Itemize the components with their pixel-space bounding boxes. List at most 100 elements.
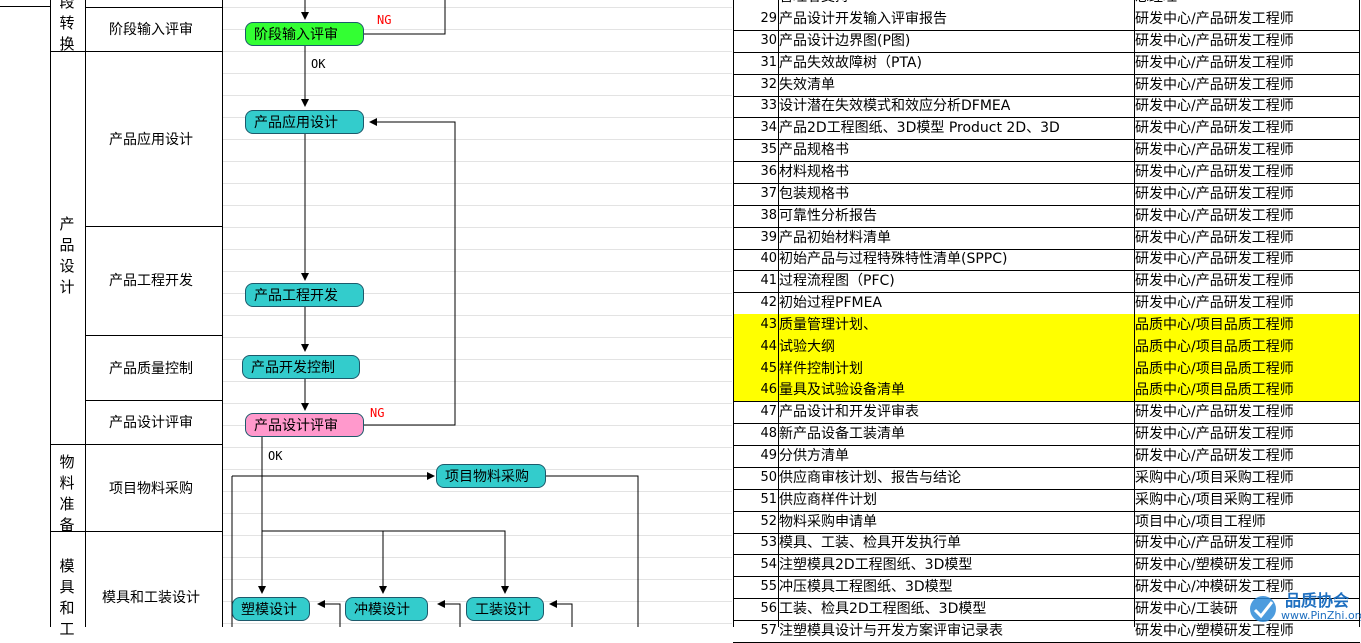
deliverable-name: 产品设计边界图(P图)	[779, 32, 911, 49]
row-number: 55	[760, 579, 777, 595]
responsible-dept: 研发中心/产品研发工程师	[1135, 163, 1294, 180]
deliverable-name: 初始过程PFMEA	[779, 295, 882, 312]
deliverable-name: 工装、检具2D工程图纸、3D模型	[779, 600, 987, 617]
row-number: 37	[760, 185, 777, 201]
table-row[interactable]: 47 产品设计和开发评审表 研发中心/产品研发工程师	[733, 401, 1360, 425]
responsible-dept: 研发中心/产品研发工程师	[1135, 98, 1294, 115]
ok-label-1: OK	[311, 57, 326, 71]
deliverable-name: 设计潜在失效模式和效应分析DFMEA	[779, 98, 1011, 115]
table-row[interactable]: 42 初始过程PFMEA 研发中心/产品研发工程师	[733, 292, 1360, 316]
row-number: 33	[760, 98, 777, 114]
table-row[interactable]: 39 产品初始材料清单 研发中心/产品研发工程师	[733, 227, 1360, 250]
table-row[interactable]: 52 物料采购申请单 项目中心/项目工程师	[733, 511, 1360, 534]
responsible-dept: 研发中心/产品研发工程师	[1135, 229, 1294, 246]
table-row[interactable]: 36 材料规格书 研发中心/产品研发工程师	[733, 161, 1360, 184]
row-number: 29	[760, 11, 777, 26]
deliverable-name: 量具及试验设备清单	[779, 382, 905, 399]
row-number: 30	[760, 32, 777, 48]
table-row[interactable]: 54 注塑模具2D工程图纸、3D模型 研发中心/塑模研发工程师	[733, 554, 1360, 578]
deliverable-name: 过程流程图（PFC)	[779, 273, 895, 290]
table-row[interactable]: 50 供应商审核计划、报告与结论 采购中心/项目采购工程师	[733, 467, 1360, 490]
responsible-dept: 研发中心/产品研发工程师	[1135, 32, 1294, 49]
table-row[interactable]: 46 量具及试验设备清单 品质中心/项目品质工程师	[733, 379, 1360, 403]
responsible-dept: 品质中心/项目品质工程师	[1135, 382, 1294, 399]
responsible-dept: 研发中心/产品研发工程师	[1135, 273, 1294, 290]
node-app-design[interactable]: 产品应用设计	[245, 110, 364, 134]
row-number: 54	[760, 557, 777, 573]
table-row[interactable]: 49 分供方清单 研发中心/产品研发工程师	[733, 445, 1360, 468]
table-row[interactable]: 33 设计潜在失效模式和效应分析DFMEA 研发中心/产品研发工程师	[733, 95, 1360, 119]
table-row-partial[interactable]: 28 管理者支持 总经理	[733, 0, 1360, 8]
table-row[interactable]: 41 过程流程图（PFC) 研发中心/产品研发工程师	[733, 270, 1360, 294]
flowchart-connectors	[231, 0, 639, 627]
table-row[interactable]: 43 质量管理计划、 品质中心/项目品质工程师	[733, 313, 1360, 337]
table-row[interactable]: 45 样件控制计划 品质中心/项目品质工程师	[733, 357, 1360, 381]
deliverable-name: 物料采购申请单	[779, 513, 877, 530]
deliverable-name: 产品设计开发输入评审报告	[779, 11, 947, 27]
table-row[interactable]: 29 产品设计开发输入评审报告 研发中心/产品研发工程师	[733, 8, 1360, 31]
spreadsheet-sheet: 段转换 产品设计 物料准备 模具和工 阶段输入评审 产品应用设计 产品工程开发 …	[0, 0, 1361, 643]
deliverable-name: 失效清单	[779, 76, 835, 93]
table-row[interactable]: 35 产品规格书 研发中心/产品研发工程师	[733, 139, 1360, 163]
row-number: 35	[760, 142, 777, 158]
ng-label-1: NG	[377, 13, 392, 27]
row-number: 36	[760, 163, 777, 179]
deliverable-name: 初始产品与过程特殊特性清单(SPPC)	[779, 251, 1008, 268]
node-tooling[interactable]: 工装设计	[466, 597, 544, 621]
row-number: 41	[760, 273, 777, 289]
table-row[interactable]: 53 模具、工装、检具开发执行单 研发中心/产品研发工程师	[733, 532, 1360, 556]
row-number: 46	[760, 382, 777, 398]
responsible-dept: 研发中心/产品研发工程师	[1135, 185, 1294, 202]
deliverable-name: 冲压模具工程图纸、3D模型	[779, 579, 953, 596]
table-row[interactable]: 30 产品设计边界图(P图) 研发中心/产品研发工程师	[733, 30, 1360, 53]
table-row[interactable]: 32 失效清单 研发中心/产品研发工程师	[733, 74, 1360, 97]
table-row[interactable]: 34 产品2D工程图纸、3D模型 Product 2D、3D 研发中心/产品研发工程…	[733, 117, 1360, 141]
table-row[interactable]: 31 产品失效故障树（PTA) 研发中心/产品研发工程师	[733, 52, 1360, 75]
deliverable-name: 产品初始材料清单	[779, 229, 891, 246]
deliverable-name: 模具、工装、检具开发执行单	[779, 535, 961, 552]
row-number: 38	[760, 207, 777, 223]
table-row[interactable]: 44 试验大纲 品质中心/项目品质工程师	[733, 335, 1360, 359]
row-number: 53	[760, 535, 777, 551]
deliverable-name: 新产品设备工装清单	[779, 426, 905, 443]
ng-label-2: NG	[370, 406, 385, 420]
row-number: 48	[760, 426, 777, 442]
responsible-dept: 研发中心/产品研发工程师	[1135, 426, 1294, 443]
deliverable-name: 质量管理计划、	[779, 316, 877, 333]
node-stage-input-review[interactable]: 阶段输入评审	[245, 22, 364, 46]
table-row[interactable]: 40 初始产品与过程特殊特性清单(SPPC) 研发中心/产品研发工程师	[733, 248, 1360, 272]
row-number: 51	[760, 491, 777, 507]
row-number: 42	[760, 295, 777, 311]
row-number: 43	[760, 316, 777, 332]
deliverable-name: 产品设计和开发评审表	[779, 404, 919, 421]
node-design-review[interactable]: 产品设计评审	[245, 413, 364, 437]
deliverable-name: 材料规格书	[779, 163, 849, 180]
responsible-dept: 研发中心/产品研发工程师	[1135, 120, 1294, 137]
responsible-dept: 研发中心/产品研发工程师	[1135, 76, 1294, 93]
node-material-purchase[interactable]: 项目物料采购	[436, 464, 546, 488]
responsible-dept: 项目中心/项目工程师	[1135, 513, 1266, 530]
responsible-dept: 品质中心/项目品质工程师	[1135, 316, 1294, 333]
row-number: 49	[760, 448, 777, 463]
table-row[interactable]: 38 可靠性分析报告 研发中心/产品研发工程师	[733, 205, 1360, 228]
table-row[interactable]: 51 供应商样件计划 采购中心/项目采购工程师	[733, 489, 1360, 512]
ok-label-2: OK	[268, 449, 283, 463]
responsible-dept: 研发中心/产品研发工程师	[1135, 207, 1294, 224]
node-plastic-mold[interactable]: 塑模设计	[232, 597, 310, 621]
responsible-dept: 研发中心/产品研发工程师	[1135, 448, 1294, 464]
deliverable-name: 注塑模具设计与开发方案评审记录表	[779, 622, 1003, 639]
watermark-text: 品质协会	[1285, 591, 1350, 610]
node-stamping-mold[interactable]: 冲模设计	[345, 597, 428, 621]
node-dev-control[interactable]: 产品开发控制	[242, 355, 360, 379]
responsible-dept: 研发中心/塑模研发工程师	[1135, 557, 1294, 574]
table-row[interactable]: 37 包装规格书 研发中心/产品研发工程师	[733, 183, 1360, 206]
deliverable-name: 注塑模具2D工程图纸、3D模型	[779, 557, 973, 574]
row-number: 39	[760, 229, 777, 245]
row-number: 34	[760, 120, 777, 136]
row-number: 50	[760, 469, 777, 485]
table-row[interactable]: 48 新产品设备工装清单 研发中心/产品研发工程师	[733, 423, 1360, 447]
responsible-dept: 品质中心/项目品质工程师	[1135, 338, 1294, 355]
responsible-dept: 研发中心/产品研发工程师	[1135, 251, 1294, 268]
node-eng-dev[interactable]: 产品工程开发	[245, 283, 364, 307]
watermark-logo: 品质协会 www.PinZhi.org	[1241, 583, 1361, 627]
